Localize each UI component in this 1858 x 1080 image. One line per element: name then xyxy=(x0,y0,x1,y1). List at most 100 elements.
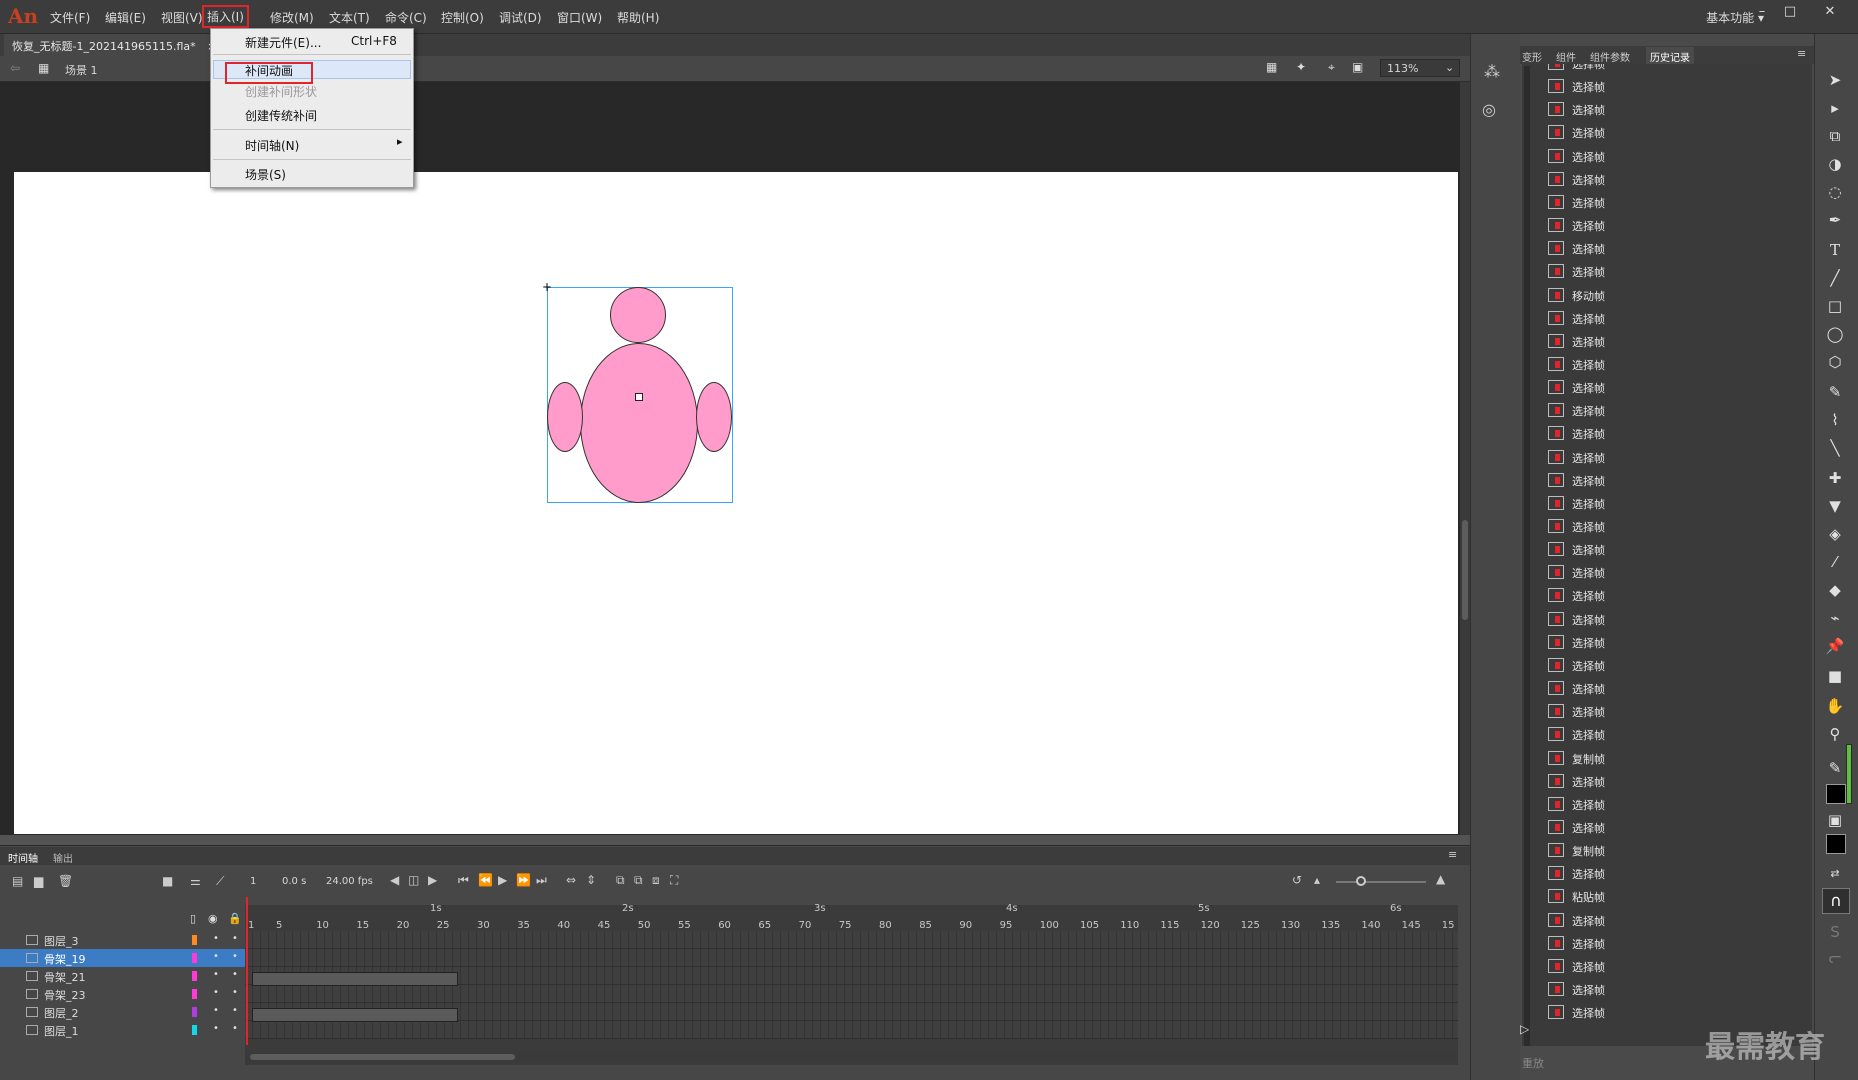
menu-window[interactable]: 窗口(W) xyxy=(557,9,602,26)
tab-transform[interactable]: 变形 xyxy=(1522,49,1542,64)
history-item[interactable]: 选择帧 xyxy=(1544,955,1784,978)
menu-insert[interactable]: 插入(I) xyxy=(202,5,249,28)
pin-tool-icon[interactable]: 📌 xyxy=(1822,634,1848,658)
history-pointer-icon[interactable]: ▷ xyxy=(1520,1022,1529,1036)
history-item[interactable]: 选择帧 xyxy=(1544,631,1784,654)
history-item[interactable]: 选择帧 xyxy=(1544,353,1784,376)
layer-color-swatch[interactable] xyxy=(192,953,197,963)
eyedropper-tool-icon[interactable]: ⁄ xyxy=(1822,550,1848,574)
history-slider-track[interactable] xyxy=(1524,66,1530,1046)
panel-menu-icon[interactable]: ≡ xyxy=(1797,47,1806,60)
figure-body[interactable] xyxy=(580,343,698,503)
pen-tool-icon[interactable]: ✒ xyxy=(1822,208,1848,232)
tab-output[interactable]: 输出 xyxy=(53,850,73,865)
timeline-menu-icon[interactable]: ≡ xyxy=(1448,848,1457,861)
new-layer-icon[interactable]: ▤ xyxy=(12,874,23,888)
stage-vertical-scrollbar[interactable] xyxy=(1460,82,1470,835)
3d-rotation-tool-icon[interactable]: ◑ xyxy=(1822,152,1848,176)
edit-symbol-icon[interactable]: ✦ xyxy=(1296,60,1306,74)
history-item[interactable]: 选择帧 xyxy=(1544,237,1784,260)
visibility-dot[interactable]: • xyxy=(213,933,219,944)
zoom-select[interactable]: 113% ⌄ xyxy=(1380,59,1460,77)
tween-span[interactable] xyxy=(252,1008,458,1022)
history-item[interactable]: 选择帧 xyxy=(1544,700,1784,723)
frame-row[interactable] xyxy=(245,1021,1458,1039)
timeline-scroll-thumb[interactable] xyxy=(250,1054,515,1060)
zoom-out-timeline-icon[interactable]: ▴ xyxy=(1314,873,1320,887)
stage[interactable] xyxy=(14,172,1458,834)
history-item[interactable]: 选择帧 xyxy=(1544,75,1784,98)
history-item[interactable]: 选择帧 xyxy=(1544,723,1784,746)
menu-debug[interactable]: 调试(D) xyxy=(499,9,542,26)
stroke-color-icon[interactable]: ✎ xyxy=(1822,756,1848,780)
polystar-tool-icon[interactable]: ⬡ xyxy=(1822,350,1848,374)
step-back-icon[interactable]: ⏪ xyxy=(478,873,493,887)
history-item[interactable]: 选择帧 xyxy=(1544,98,1784,121)
history-item[interactable]: 选择帧 xyxy=(1544,561,1784,584)
replay-button[interactable]: 重放 xyxy=(1522,1055,1544,1071)
bone-tool-icon[interactable]: ✚ xyxy=(1822,466,1848,490)
loop-icon[interactable]: ⇔ xyxy=(566,873,576,887)
layer-row[interactable]: 图层_3 • • xyxy=(0,931,245,949)
frame-row[interactable] xyxy=(245,985,1458,1003)
straighten-icon[interactable]: ᓕ xyxy=(1822,946,1848,970)
new-folder-icon[interactable]: ▆ xyxy=(34,874,43,888)
history-item[interactable]: 选择帧 xyxy=(1544,446,1784,469)
timeline-zoom-handle[interactable] xyxy=(1356,876,1366,886)
brush-tool-icon[interactable]: ╲ xyxy=(1822,436,1848,460)
figure-head[interactable] xyxy=(610,287,666,343)
history-item[interactable]: 复制帧 xyxy=(1544,839,1784,862)
layer-color-swatch[interactable] xyxy=(192,935,197,945)
next-keyframe-icon[interactable]: ▶ xyxy=(428,873,437,887)
menu-file[interactable]: 文件(F) xyxy=(50,9,90,26)
center-stage-icon[interactable]: ⌖ xyxy=(1328,60,1335,75)
layer-color-swatch[interactable] xyxy=(192,971,197,981)
frame-row[interactable] xyxy=(245,949,1458,967)
history-item[interactable]: 选择帧 xyxy=(1544,770,1784,793)
current-frame[interactable]: 1 xyxy=(250,876,256,887)
stroke-color-swatch[interactable] xyxy=(1826,784,1846,804)
history-item[interactable]: 选择帧 xyxy=(1544,422,1784,445)
paint-bucket-tool-icon[interactable]: ▼ xyxy=(1822,494,1848,518)
menu-modify[interactable]: 修改(M) xyxy=(270,9,314,26)
menu-item-timeline[interactable]: 时间轴(N) xyxy=(245,137,299,154)
snap-magnet-icon[interactable]: ∩ xyxy=(1822,888,1850,914)
current-time[interactable]: 0.0 s xyxy=(282,876,306,887)
menu-edit[interactable]: 编辑(E) xyxy=(105,9,146,26)
free-transform-tool-icon[interactable]: ⧉ xyxy=(1822,124,1848,148)
layer-color-swatch[interactable] xyxy=(192,1007,197,1017)
tab-timeline[interactable]: 时间轴 xyxy=(8,850,38,865)
text-tool-icon[interactable]: T xyxy=(1822,238,1848,262)
lock-dot[interactable]: • xyxy=(232,951,238,962)
maximize-icon[interactable]: □ xyxy=(1778,4,1802,24)
history-item[interactable]: 选择帧 xyxy=(1544,191,1784,214)
history-item[interactable]: 选择帧 xyxy=(1544,677,1784,700)
history-item[interactable]: 选择帧 xyxy=(1544,538,1784,561)
history-item[interactable]: 选择帧 xyxy=(1544,492,1784,515)
width-tool-icon[interactable]: ⌁ xyxy=(1822,606,1848,630)
add-keyframe-icon[interactable]: ◫ xyxy=(408,873,419,887)
timeline-zoom-slider[interactable] xyxy=(1336,881,1426,883)
zoom-in-timeline-icon[interactable]: ▲ xyxy=(1436,872,1445,886)
history-item[interactable]: 选择帧 xyxy=(1544,214,1784,237)
history-item[interactable]: 选择帧 xyxy=(1544,469,1784,492)
oval-tool-icon[interactable]: ◯ xyxy=(1822,322,1848,346)
pencil-tool-icon[interactable]: ✎ xyxy=(1822,380,1848,404)
clip-content-icon[interactable]: ▣ xyxy=(1352,60,1363,74)
lock-dot[interactable]: • xyxy=(232,1005,238,1016)
history-item[interactable]: 选择帧 xyxy=(1544,64,1784,75)
tab-components[interactable]: 组件 xyxy=(1556,49,1576,64)
history-item[interactable]: 选择帧 xyxy=(1544,145,1784,168)
visibility-dot[interactable]: • xyxy=(213,951,219,962)
layer-row[interactable]: 图层_1 • • xyxy=(0,1021,245,1039)
menu-control[interactable]: 控制(O) xyxy=(441,9,484,26)
transform-point-icon[interactable] xyxy=(635,393,643,401)
paint-brush-tool-icon[interactable]: ⌇ xyxy=(1822,408,1848,432)
history-item[interactable]: 选择帧 xyxy=(1544,330,1784,353)
lock-dot[interactable]: • xyxy=(232,933,238,944)
menu-commands[interactable]: 命令(C) xyxy=(385,9,427,26)
lasso-tool-icon[interactable]: ◌ xyxy=(1822,180,1848,204)
figure-left-arm[interactable] xyxy=(547,382,583,452)
frame-row[interactable] xyxy=(245,931,1458,949)
go-to-first-icon[interactable]: ⏮ xyxy=(458,873,469,888)
